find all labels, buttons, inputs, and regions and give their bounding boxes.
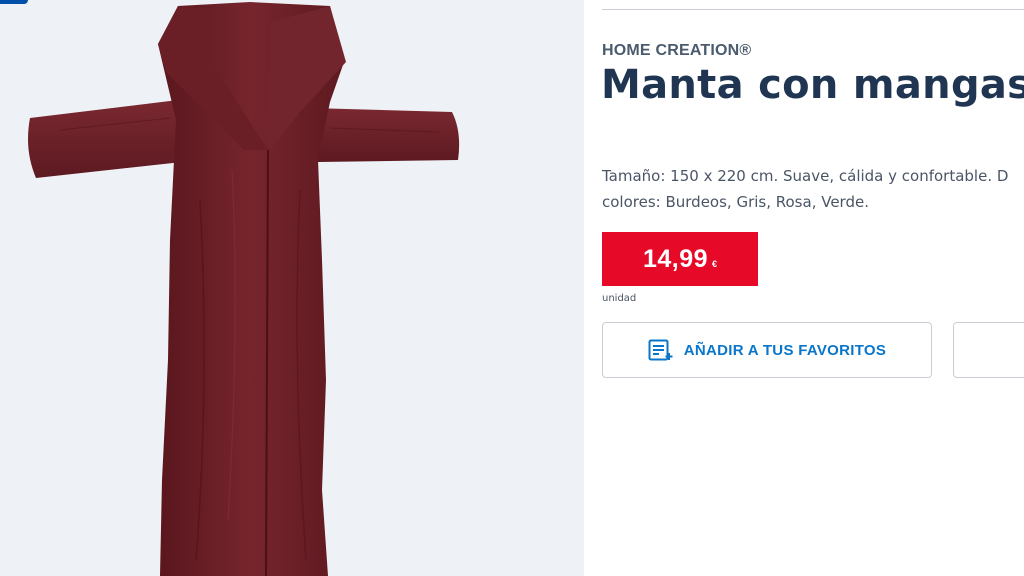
add-to-favorites-button[interactable]: AÑADIR A TUS FAVORITOS <box>602 322 932 378</box>
product-info-panel: HOME CREATION® Manta con mangas Tamaño: … <box>584 0 1024 576</box>
price-currency: € <box>712 259 718 269</box>
price-value: 14,99 <box>642 244 709 273</box>
product-page: HOME CREATION® Manta con mangas Tamaño: … <box>0 0 1024 576</box>
brand-name[interactable]: HOME CREATION® <box>602 42 751 60</box>
right-sleeve <box>310 108 460 162</box>
list-add-icon <box>648 339 673 361</box>
product-image-panel <box>0 0 584 576</box>
left-sleeve <box>28 100 182 178</box>
add-to-favorites-label: AÑADIR A TUS FAVORITOS <box>683 341 887 359</box>
secondary-action-button[interactable] <box>953 322 1024 378</box>
description-line: Tamaño: 150 x 220 cm. Suave, cálida y co… <box>602 167 1009 185</box>
product-image[interactable] <box>0 0 584 576</box>
price-badge: 14,99 € <box>602 232 758 286</box>
product-description: Tamaño: 150 x 220 cm. Suave, cálida y co… <box>602 163 1024 215</box>
price-unit: unidad <box>602 293 637 304</box>
product-title: Manta con mangas <box>601 62 1024 108</box>
description-line: colores: Burdeos, Gris, Rosa, Verde. <box>602 193 869 211</box>
divider <box>602 9 1024 10</box>
